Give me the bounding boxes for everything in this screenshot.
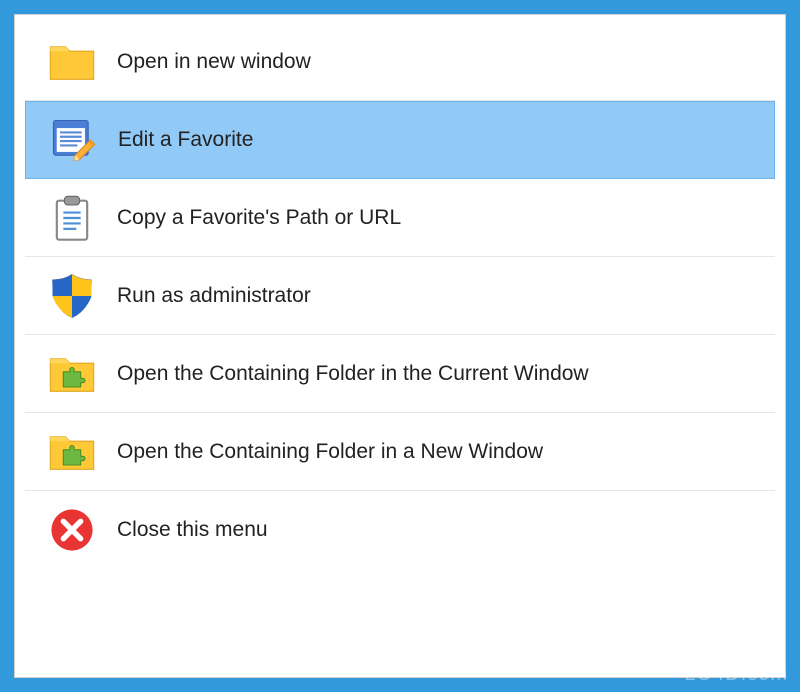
menu-item-run-admin[interactable]: Run as administrator <box>25 257 775 335</box>
menu-item-label: Open in new window <box>117 50 311 74</box>
context-menu: Open in new window Edit a Favorite <box>14 14 786 678</box>
menu-item-label: Edit a Favorite <box>118 128 253 152</box>
menu-item-open-containing-current[interactable]: Open the Containing Folder in the Curren… <box>25 335 775 413</box>
folder-icon <box>27 36 117 88</box>
menu-item-label: Open the Containing Folder in the Curren… <box>117 362 589 386</box>
menu-item-edit-favorite[interactable]: Edit a Favorite <box>25 101 775 179</box>
menu-item-label: Run as administrator <box>117 284 311 308</box>
menu-item-label: Close this menu <box>117 518 268 542</box>
menu-item-open-containing-new[interactable]: Open the Containing Folder in a New Wind… <box>25 413 775 491</box>
menu-item-label: Copy a Favorite's Path or URL <box>117 206 401 230</box>
menu-item-open-new-window[interactable]: Open in new window <box>25 23 775 101</box>
menu-item-copy-path[interactable]: Copy a Favorite's Path or URL <box>25 179 775 257</box>
folder-puzzle-icon <box>27 426 117 478</box>
shield-icon <box>27 270 117 322</box>
clipboard-icon <box>27 192 117 244</box>
close-icon <box>27 504 117 556</box>
menu-item-close-menu[interactable]: Close this menu <box>25 491 775 569</box>
menu-item-label: Open the Containing Folder in a New Wind… <box>117 440 543 464</box>
edit-icon <box>28 114 118 166</box>
folder-puzzle-icon <box>27 348 117 400</box>
